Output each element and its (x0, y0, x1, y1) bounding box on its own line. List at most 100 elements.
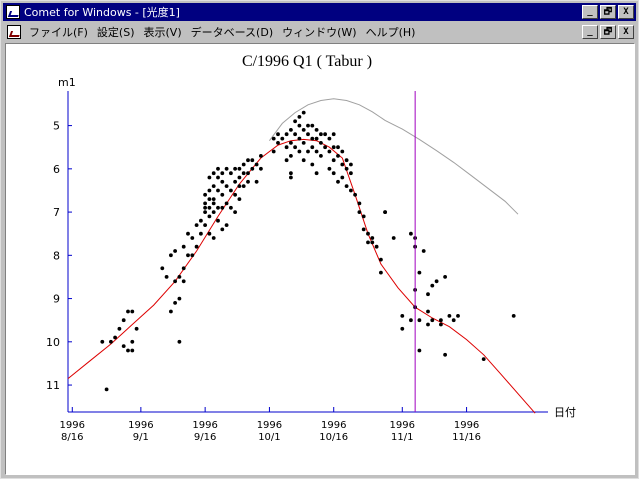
observation-point (190, 253, 195, 258)
observation-point (331, 158, 336, 163)
observation-point (284, 158, 289, 163)
observation-point (194, 244, 199, 249)
x-tick-year-label: 1996 (321, 420, 346, 431)
menu-window[interactable]: ウィンドウ(W) (280, 24, 363, 40)
menu-settings[interactable]: 設定(S) (95, 24, 142, 40)
observation-point (331, 132, 336, 137)
observation-point (327, 166, 332, 171)
observation-point (186, 253, 190, 258)
observation-point (289, 175, 293, 180)
light-curve-chart: C/1996 Q1 ( Tabur ) m1 日付 5 6 7 8 9 10 11 1996… (46, 53, 576, 443)
observation-point (331, 171, 336, 176)
reference-curve (268, 98, 519, 215)
observation-point (246, 179, 250, 184)
observation-point (314, 171, 319, 176)
observation-point (207, 197, 212, 202)
observation-point (207, 188, 212, 193)
x-tick-year-label: 1996 (390, 420, 415, 431)
observation-point (259, 154, 263, 158)
close-button[interactable]: X (618, 5, 634, 19)
minimize-button[interactable]: _ (582, 5, 598, 19)
observation-point (220, 227, 225, 232)
observation-point (434, 279, 439, 284)
chart-title: C/1996 Q1 ( Tabur ) (242, 53, 372, 70)
observation-point (319, 132, 323, 137)
model-light-curve (67, 138, 536, 414)
observation-point (310, 162, 315, 167)
observation-point (366, 240, 370, 245)
observation-point (216, 166, 220, 171)
observation-point (233, 192, 238, 197)
observation-point (126, 309, 130, 314)
observation-point (310, 123, 315, 128)
observation-point (301, 158, 306, 163)
observation-point (289, 154, 293, 158)
observation-point (306, 123, 310, 128)
observation-point (314, 149, 319, 154)
observation-point (319, 154, 323, 158)
menu-view[interactable]: 表示(V) (142, 24, 189, 40)
observation-point (241, 184, 246, 189)
menu-file[interactable]: ファイル(F) (27, 24, 95, 40)
observation-point (370, 240, 375, 245)
observation-point (194, 223, 199, 228)
observation-point (211, 236, 216, 240)
observation-point (130, 339, 135, 344)
observation-point (284, 132, 289, 137)
observation-point (374, 244, 379, 249)
observation-point (421, 249, 426, 253)
observation-point (344, 166, 349, 171)
observation-point (289, 128, 293, 132)
observation-point (301, 141, 306, 145)
title-bar[interactable]: Comet for Windows - [光度1] _ 🗗 X (3, 3, 636, 21)
observation-point (400, 326, 405, 331)
x-tick-date-label: 10/16 (319, 432, 348, 443)
x-tick-year-label: 1996 (454, 420, 479, 431)
menu-database[interactable]: データベース(D) (189, 24, 281, 40)
observation-point (224, 201, 229, 206)
window-title: Comet for Windows - [光度1] (24, 6, 180, 19)
restore-button[interactable]: 🗗 (600, 5, 616, 19)
menu-help[interactable]: ヘルプ(H) (364, 24, 423, 40)
observation-point (349, 171, 353, 176)
observation-point (229, 171, 233, 176)
document-icon[interactable] (7, 25, 21, 39)
observation-point (276, 141, 280, 145)
observation-point (181, 279, 186, 284)
observation-point (181, 266, 186, 271)
observation-point (336, 179, 340, 184)
x-tick-year-label: 1996 (60, 420, 85, 431)
x-tick-date-label: 9/1 (133, 432, 149, 443)
observation-point (323, 145, 327, 150)
observation-point (391, 236, 396, 240)
observation-point (164, 275, 169, 279)
observation-point (481, 357, 486, 361)
observation-point (169, 309, 173, 314)
y-tick-label: 6 (53, 163, 60, 176)
observation-point (331, 145, 336, 150)
observation-point (203, 192, 208, 197)
observation-point (276, 132, 280, 137)
observation-point (306, 149, 310, 154)
observation-point (199, 231, 203, 236)
observation-point (173, 249, 178, 253)
observation-point (181, 244, 186, 249)
doc-minimize-button[interactable]: _ (582, 25, 598, 39)
observation-point (349, 188, 353, 193)
y-tick-label: 7 (53, 206, 60, 219)
observation-point (336, 154, 340, 158)
observation-point (203, 201, 208, 206)
observation-point (366, 231, 370, 236)
doc-restore-button[interactable]: 🗗 (600, 25, 616, 39)
observation-point (233, 166, 238, 171)
x-tick-date-label: 11/16 (452, 432, 481, 443)
observation-point (417, 318, 422, 323)
x-tick-year-label: 1996 (257, 420, 282, 431)
comet-app-icon[interactable] (6, 5, 20, 19)
doc-close-button[interactable]: X (618, 25, 634, 39)
observation-point (216, 175, 220, 180)
observation-point (379, 270, 383, 275)
observation-point (297, 149, 302, 154)
observation-point (233, 210, 238, 215)
observation-point (233, 179, 238, 184)
